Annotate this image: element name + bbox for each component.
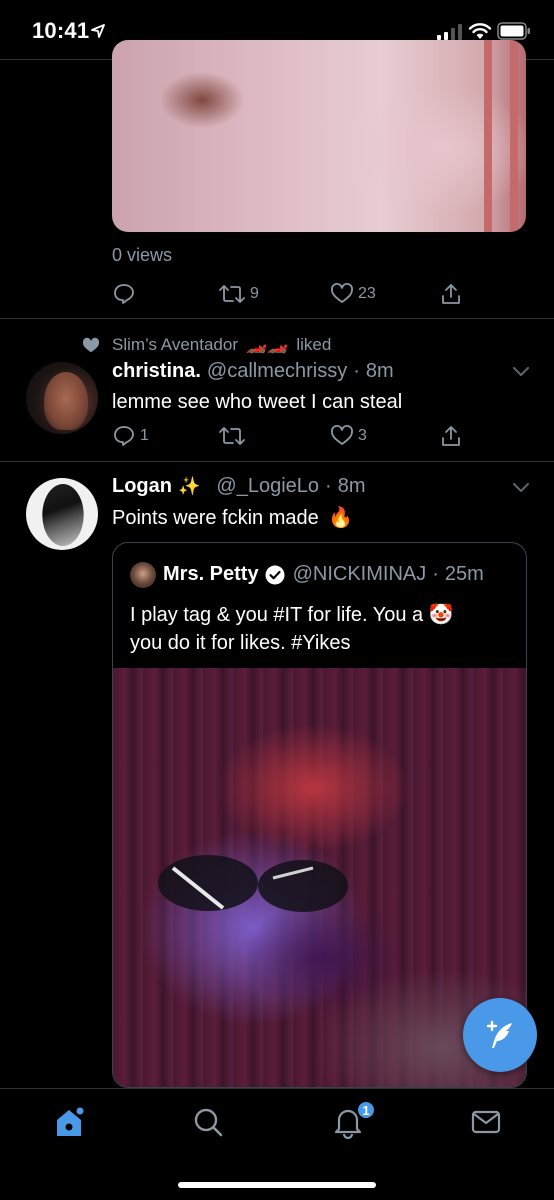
compose-tweet-button[interactable]	[463, 998, 537, 1072]
heart-filled-icon	[82, 337, 100, 353]
heart-icon	[331, 425, 353, 445]
name-emoji: ✨	[178, 476, 201, 496]
tweet-time: 8m	[365, 360, 394, 382]
home-indicator[interactable]	[178, 1182, 376, 1188]
home-icon[interactable]	[52, 1105, 86, 1139]
cellular-signal-icon	[437, 24, 462, 40]
share-icon	[442, 284, 460, 304]
avatar-face	[42, 484, 84, 546]
media-detail	[510, 40, 518, 232]
reply-count: 1	[140, 427, 149, 444]
quote-display-name[interactable]: Mrs. Petty	[163, 563, 259, 586]
retweet-icon	[219, 285, 245, 303]
retweet-button[interactable]: 9	[218, 282, 259, 306]
like-count: 3	[358, 427, 367, 444]
chevron-down-icon[interactable]	[513, 367, 529, 377]
tweet-header: Logan ✨ @_LogieLo · 8m	[112, 475, 366, 498]
chevron-down-icon[interactable]	[513, 483, 529, 493]
retweet-count: 9	[250, 285, 259, 302]
status-time: 10:41	[32, 18, 90, 43]
tweet-header: christina. @callmechrissy · 8m	[112, 360, 394, 383]
search-icon[interactable]	[191, 1105, 225, 1139]
dot-separator: ·	[432, 563, 439, 585]
video-view-count: 0 views	[112, 245, 173, 265]
social-context-emoji: 🏎️🏎️	[246, 335, 289, 354]
wifi-icon	[468, 23, 492, 39]
reply-icon	[114, 426, 134, 446]
avatar-christina[interactable]	[26, 362, 98, 434]
user-handle[interactable]: @_LogieLo	[216, 475, 319, 498]
tweet-media-video[interactable]	[112, 40, 526, 232]
avatar-logan[interactable]	[26, 478, 98, 550]
fire-emoji: 🔥	[328, 507, 354, 529]
quote-avatar[interactable]	[130, 562, 156, 588]
dot-separator: ·	[353, 360, 360, 382]
quote-text-line2: you do it for likes. #Yikes	[130, 632, 351, 654]
quote-text: I play tag & you #IT for life. You a 🤡 y…	[130, 601, 520, 657]
battery-icon	[497, 22, 530, 40]
social-context-action: liked	[296, 335, 332, 354]
tweet-time: 8m	[337, 475, 366, 497]
notifications-badge: 1	[356, 1100, 376, 1120]
quote-header: Mrs. Petty @NICKIMINAJ · 25m	[163, 563, 484, 586]
compose-feather-icon	[486, 1020, 512, 1048]
share-icon	[442, 426, 460, 446]
user-handle[interactable]: @callmechrissy	[207, 360, 347, 383]
verified-badge-icon	[265, 565, 285, 584]
dot-separator: ·	[325, 475, 332, 497]
retweet-icon	[219, 427, 245, 445]
avatar-face	[44, 372, 88, 430]
tweet-text: lemme see who tweet I can steal	[112, 391, 403, 413]
quote-tweet-time: 25m	[444, 563, 484, 585]
tweet-divider	[0, 461, 554, 462]
like-button[interactable]: 23	[330, 282, 376, 306]
clown-emoji: 🤡	[428, 604, 454, 626]
heart-icon	[331, 283, 353, 303]
retweet-button[interactable]	[218, 424, 250, 448]
social-context-name[interactable]: Slim’s Aventador	[112, 335, 238, 355]
display-name[interactable]: christina.	[112, 360, 201, 383]
location-arrow-icon	[91, 24, 105, 38]
share-button[interactable]	[439, 282, 463, 306]
like-count: 23	[358, 285, 376, 302]
tweet-divider	[0, 318, 554, 319]
reply-button[interactable]: 1	[112, 424, 149, 448]
quoted-tweet[interactable]: Mrs. Petty @NICKIMINAJ · 25m I play tag …	[112, 542, 527, 1088]
reply-icon	[114, 284, 134, 304]
tweet-text-content: Points were fckin made	[112, 507, 319, 529]
media-detail	[158, 855, 348, 912]
like-button[interactable]: 3	[330, 424, 367, 448]
quote-text-line1: I play tag & you #IT for life. You a	[130, 604, 424, 626]
media-detail	[484, 40, 492, 232]
messages-envelope-icon[interactable]	[469, 1105, 503, 1139]
reply-button[interactable]	[112, 282, 140, 306]
tweet-text: Points were fckin made 🔥	[112, 505, 353, 531]
social-context: Slim’s Aventador 🏎️🏎️ liked	[82, 335, 331, 355]
share-button[interactable]	[439, 424, 463, 448]
display-name[interactable]: Logan	[112, 475, 172, 498]
quote-user-handle[interactable]: @NICKIMINAJ	[293, 563, 427, 586]
